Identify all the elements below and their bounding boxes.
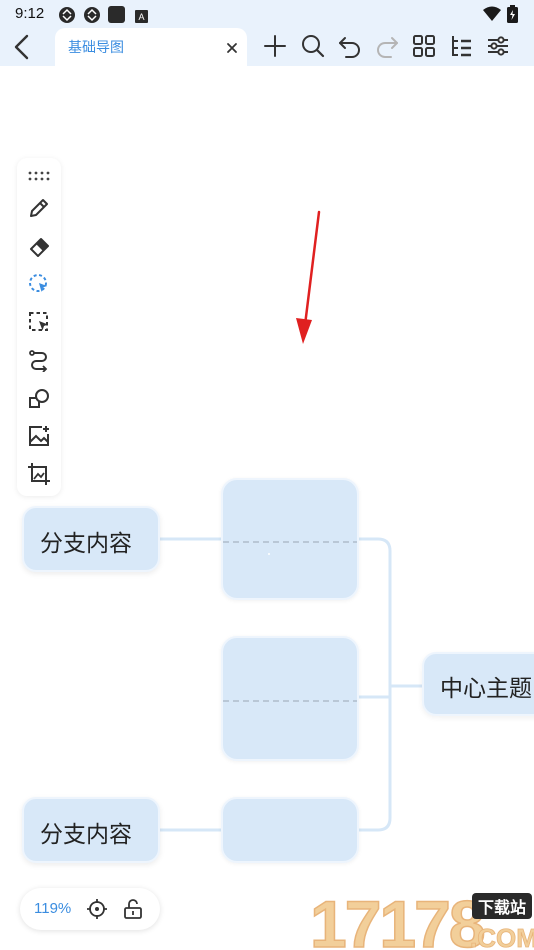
branch-node[interactable]: 分支内容 [22,506,160,572]
shape-icon [29,389,49,408]
watermark-tag: 下载站 [478,898,526,917]
box-select-icon [29,312,48,331]
unlock-icon [124,899,142,919]
lasso-select-tool[interactable] [27,272,51,296]
annotation-arrow [296,210,321,344]
watermark-logo: 17178 下载站 .COM [309,886,534,950]
pen-tool[interactable] [27,196,51,220]
insert-image-icon [29,426,49,446]
lock-button[interactable] [122,898,144,920]
crop-image-tool[interactable] [27,462,51,486]
node-divider [223,700,357,702]
shape-tool[interactable] [27,386,51,410]
pen-icon [30,199,48,217]
eraser-icon [30,238,49,257]
node-divider [223,541,357,555]
branch-node[interactable]: 分支内容 [22,797,160,863]
watermark-domain: .COM [470,923,534,950]
empty-topic-node[interactable] [221,478,359,600]
watermark-number: 17178 [310,887,484,950]
connector-tool[interactable] [27,348,51,373]
crosshair-icon [87,899,107,919]
empty-topic-node[interactable] [221,797,359,863]
connector-line [358,537,392,832]
empty-topic-node[interactable] [221,636,359,761]
lasso-select-icon [29,274,47,292]
locate-center-button[interactable] [86,898,108,920]
connector-icon [29,350,48,373]
eraser-tool[interactable] [27,234,51,258]
zoom-level[interactable]: 119% [34,900,71,917]
branch-node-label: 分支内容 [40,531,132,557]
center-topic-label: 中心主题 [440,676,532,702]
zoom-controls: 119% [20,888,160,930]
toolbar-drag-handle[interactable] [27,164,51,188]
crop-image-icon [28,463,50,485]
left-toolbar [17,158,61,496]
box-select-tool[interactable] [27,310,51,334]
insert-image-tool[interactable] [27,424,51,448]
branch-node-label: 分支内容 [40,822,132,848]
watermark: 17178 下载站 .COM [308,885,534,950]
drag-handle-icon [28,171,50,181]
center-topic-node[interactable]: 中心主题 [422,652,534,716]
